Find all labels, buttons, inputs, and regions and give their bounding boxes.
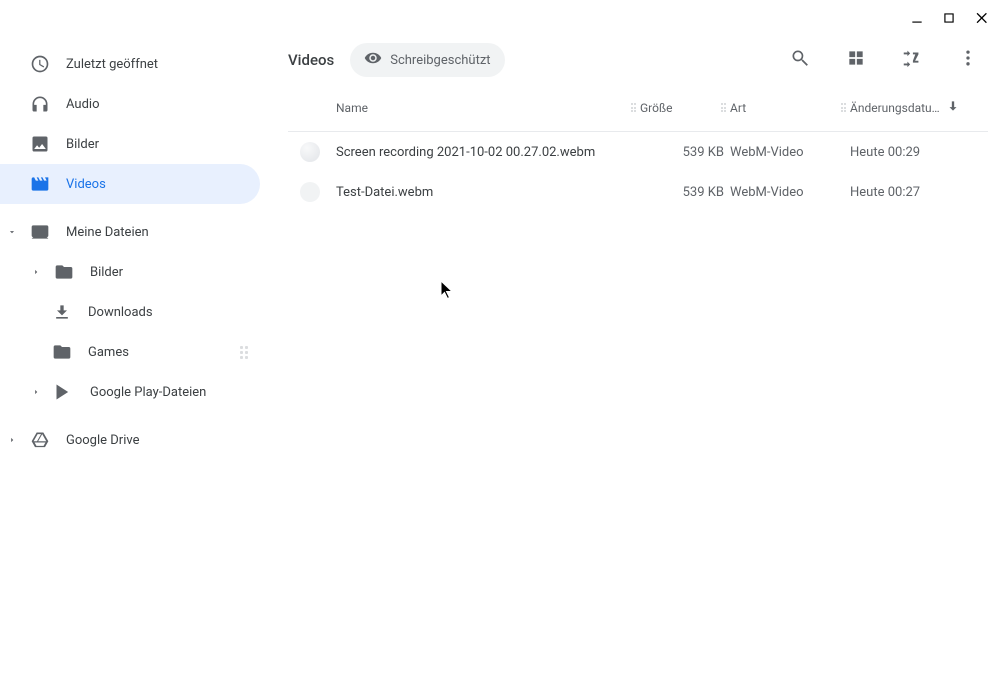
file-thumbnail: [300, 142, 320, 162]
sort-button[interactable]: [892, 40, 932, 80]
sidebar-item-videos[interactable]: Videos: [0, 164, 260, 204]
file-kind: WebM-Video: [730, 185, 850, 200]
chevron-right-icon: [24, 387, 48, 397]
sidebar-item-label: Bilder: [90, 265, 123, 280]
sidebar-item-recent[interactable]: Zuletzt geöffnet: [0, 44, 260, 84]
grid-icon: [846, 48, 866, 72]
sidebar-item-google-drive[interactable]: Google Drive: [0, 420, 260, 460]
file-size: 539 KB: [640, 145, 730, 160]
table-header: Name Größe Art Änderungsdatu…: [288, 84, 988, 132]
sidebar-item-label: Audio: [66, 97, 99, 112]
column-date[interactable]: Änderungsdatu…: [850, 99, 980, 116]
file-date: Heute 00:27: [850, 185, 980, 200]
download-icon: [52, 302, 72, 322]
headphones-icon: [30, 94, 50, 114]
chevron-right-icon: [24, 267, 48, 277]
video-icon: [30, 174, 50, 194]
search-button[interactable]: [780, 40, 820, 80]
chevron-down-icon: [0, 227, 24, 237]
sidebar-tree-play-files[interactable]: Google Play-Dateien: [0, 372, 260, 412]
column-kind[interactable]: Art: [730, 101, 850, 115]
column-resize-handle[interactable]: [841, 103, 847, 112]
sidebar-item-audio[interactable]: Audio: [0, 84, 260, 124]
readonly-chip[interactable]: Schreibgeschützt: [350, 43, 504, 77]
sidebar-item-label: Meine Dateien: [66, 225, 149, 240]
column-label: Name: [336, 101, 368, 115]
file-thumbnail: [300, 182, 320, 202]
column-label: Änderungsdatu…: [850, 101, 940, 115]
column-label: Größe: [640, 101, 672, 115]
sidebar-item-my-files[interactable]: Meine Dateien: [0, 212, 260, 252]
google-drive-icon: [30, 430, 50, 450]
column-resize-handle[interactable]: [721, 103, 727, 112]
view-toggle-button[interactable]: [836, 40, 876, 80]
sidebar-tree-games[interactable]: Games: [0, 332, 260, 372]
chevron-right-icon: [0, 435, 24, 445]
file-kind: WebM-Video: [730, 145, 850, 160]
sidebar-item-label: Google Play-Dateien: [90, 385, 206, 400]
table-row[interactable]: Screen recording 2021-10-02 00.27.02.web…: [288, 132, 988, 172]
chip-label: Schreibgeschützt: [390, 53, 490, 68]
sidebar-tree-downloads[interactable]: Downloads: [0, 292, 260, 332]
minimize-button[interactable]: [910, 11, 924, 25]
sidebar-tree-bilder[interactable]: Bilder: [0, 252, 260, 292]
clock-icon: [30, 54, 50, 74]
google-play-icon: [54, 382, 74, 402]
search-icon: [790, 48, 810, 72]
column-name[interactable]: Name: [336, 101, 640, 115]
maximize-button[interactable]: [942, 11, 956, 25]
visibility-icon: [364, 49, 382, 71]
sidebar-item-label: Videos: [66, 177, 106, 192]
sidebar-item-label: Google Drive: [66, 433, 139, 448]
file-date: Heute 00:29: [850, 145, 980, 160]
page-title: Videos: [288, 51, 334, 69]
table-row[interactable]: Test-Datei.webm 539 KB WebM-Video Heute …: [288, 172, 988, 212]
column-size[interactable]: Größe: [640, 101, 730, 115]
sidebar: Zuletzt geöffnet Audio Bilder Videos: [0, 36, 268, 676]
sidebar-item-label: Games: [88, 345, 129, 360]
column-resize-handle[interactable]: [631, 103, 637, 112]
file-size: 539 KB: [640, 185, 730, 200]
more-button[interactable]: [948, 40, 988, 80]
file-list: Screen recording 2021-10-02 00.27.02.web…: [288, 132, 988, 220]
folder-icon: [54, 262, 74, 282]
folder-icon: [52, 342, 72, 362]
drag-handle-icon[interactable]: [240, 346, 248, 359]
file-name: Test-Datei.webm: [336, 185, 640, 200]
sort-desc-icon: [946, 99, 960, 116]
sidebar-item-label: Downloads: [88, 305, 153, 320]
column-label: Art: [730, 101, 746, 115]
close-button[interactable]: [974, 10, 990, 26]
sidebar-item-label: Zuletzt geöffnet: [66, 57, 158, 72]
image-icon: [30, 134, 50, 154]
toolbar: Videos Schreibgeschützt: [288, 36, 988, 84]
laptop-icon: [30, 222, 50, 242]
sort-alpha-icon: [901, 47, 923, 73]
sidebar-item-label: Bilder: [66, 137, 99, 152]
file-name: Screen recording 2021-10-02 00.27.02.web…: [336, 145, 640, 160]
more-vert-icon: [958, 48, 978, 72]
sidebar-item-images[interactable]: Bilder: [0, 124, 260, 164]
